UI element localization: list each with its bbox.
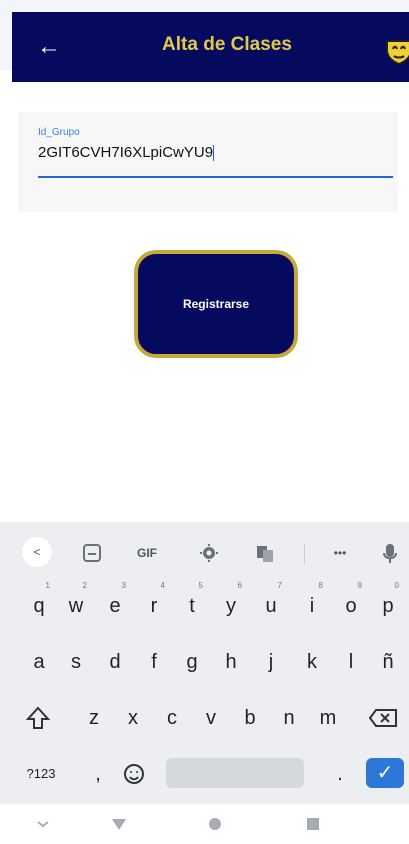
nav-back-icon[interactable] — [104, 810, 134, 838]
key-j[interactable]: j — [255, 640, 287, 684]
app-bar: ← Alta de Clases — [0, 0, 409, 82]
key-h[interactable]: h — [215, 640, 247, 684]
keyboard-row-4: ?123 , . ✓ — [0, 752, 409, 796]
key-n-tilde[interactable]: ñ — [372, 640, 404, 684]
key-n[interactable]: n — [273, 696, 305, 740]
emoji-icon[interactable] — [118, 752, 150, 796]
mic-icon[interactable] — [378, 538, 402, 568]
key-b[interactable]: b — [234, 696, 266, 740]
key-o[interactable]: o9 — [335, 582, 367, 628]
key-g[interactable]: g — [176, 640, 208, 684]
key-comma[interactable]: , — [82, 752, 114, 796]
key-v[interactable]: v — [195, 696, 227, 740]
key-q[interactable]: q1 — [23, 582, 55, 628]
key-c[interactable]: c — [156, 696, 188, 740]
key-f[interactable]: f — [138, 640, 170, 684]
key-x[interactable]: x — [117, 696, 149, 740]
toolbar-divider — [304, 544, 305, 564]
key-p[interactable]: p0 — [372, 582, 404, 628]
key-t[interactable]: t5 — [176, 582, 208, 628]
nav-home-icon[interactable] — [200, 810, 230, 838]
key-d[interactable]: d — [99, 640, 131, 684]
key-w[interactable]: w2 — [60, 582, 92, 628]
key-i[interactable]: i8 — [296, 582, 328, 628]
key-l[interactable]: l — [335, 640, 367, 684]
keyboard-row-2: a s d f g h j k l ñ — [0, 640, 409, 684]
key-period[interactable]: . — [324, 752, 356, 796]
keyboard-back-icon[interactable]: < — [22, 537, 52, 567]
nav-collapse-icon[interactable] — [28, 810, 58, 838]
key-a[interactable]: a — [23, 640, 55, 684]
key-y[interactable]: y6 — [215, 582, 247, 628]
register-button[interactable]: Registrarse — [134, 250, 298, 358]
shield-logo-icon — [386, 40, 409, 66]
page-title: Alta de Clases — [162, 34, 292, 55]
keyboard-row-3: z x c v b n m — [0, 696, 409, 740]
backspace-icon[interactable] — [366, 696, 402, 740]
app-bar-inner: ← Alta de Clases — [12, 12, 409, 82]
more-button[interactable]: ••• — [322, 538, 358, 568]
back-button[interactable]: ← — [34, 30, 64, 64]
key-s[interactable]: s — [60, 640, 92, 684]
id-grupo-label: Id_Grupo — [38, 127, 80, 138]
key-k[interactable]: k — [296, 640, 328, 684]
nav-recents-icon[interactable] — [298, 810, 328, 838]
keyboard-toolbar: < GIF ••• — [0, 530, 409, 574]
shift-icon[interactable] — [22, 696, 54, 740]
keyboard-row-1: q1 w2 e3 r4 t5 y6 u7 i8 o9 p0 — [0, 582, 409, 628]
spacebar[interactable] — [166, 758, 304, 788]
key-numbers[interactable]: ?123 — [20, 752, 62, 796]
id-grupo-value: 2GIT6CVH7I6XLpiCwYU9 — [38, 144, 214, 161]
enter-key[interactable]: ✓ — [366, 758, 404, 788]
text-cursor — [213, 145, 215, 162]
key-r[interactable]: r4 — [138, 582, 170, 628]
keyboard: < GIF ••• q1 w2 e3 r4 t5 y6 u7 i8 o9 p 0… — [0, 522, 409, 804]
key-z[interactable]: z — [78, 696, 110, 740]
key-m[interactable]: m — [312, 696, 344, 740]
id-grupo-input[interactable]: 2GIT6CVH7I6XLpiCwYU9 — [38, 144, 388, 164]
gear-icon[interactable] — [191, 538, 227, 568]
sticker-icon[interactable] — [74, 538, 110, 568]
system-navigation-bar — [0, 804, 409, 844]
translate-icon[interactable] — [247, 538, 283, 568]
id-grupo-underline — [38, 176, 393, 178]
gif-button[interactable]: GIF — [129, 538, 165, 568]
key-e[interactable]: e3 — [99, 582, 131, 628]
key-u[interactable]: u7 — [255, 582, 287, 628]
